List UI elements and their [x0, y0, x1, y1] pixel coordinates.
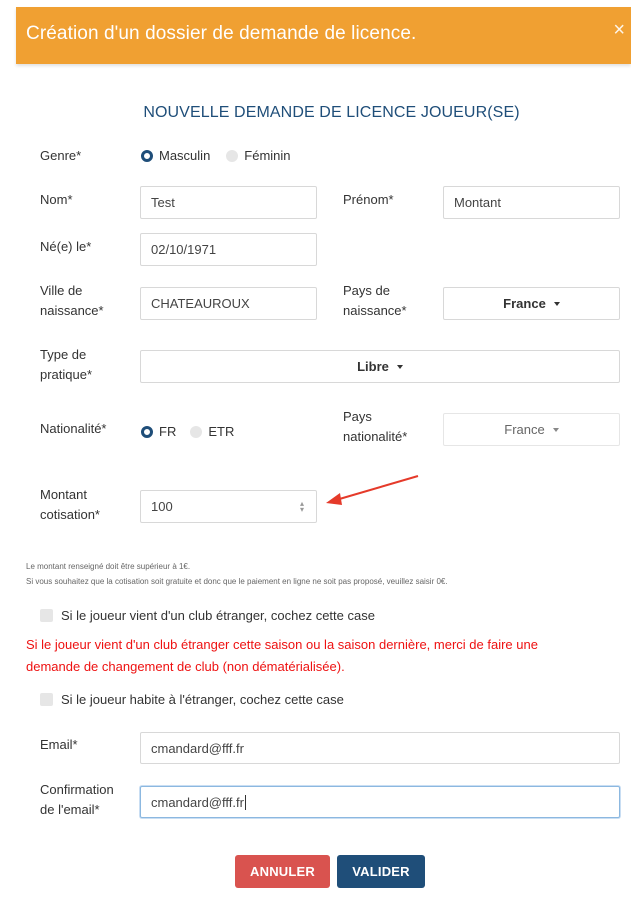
nom-label: Nom*: [40, 192, 73, 207]
annotation-arrow-head: [326, 493, 342, 505]
radio-feminin-label[interactable]: Féminin: [244, 148, 290, 163]
habite-etranger-checkbox[interactable]: [40, 693, 53, 706]
nom-input[interactable]: Test: [140, 186, 317, 219]
genre-radio-group: Masculin Féminin: [141, 148, 291, 163]
pays-nationalite-label-line1: Pays: [343, 409, 372, 424]
pratique-value: Libre: [357, 359, 389, 374]
radio-etr[interactable]: [190, 425, 203, 438]
ville-label: Ville de naissance*: [40, 281, 104, 321]
club-etranger-checkbox[interactable]: [40, 609, 53, 622]
annotation-arrow-line: [335, 475, 419, 501]
naissance-value: 02/10/1971: [151, 242, 217, 257]
radio-etr-label[interactable]: ETR: [208, 424, 234, 439]
email-confirm-label-line2: de l'email*: [40, 802, 100, 817]
ville-label-line1: Ville de: [40, 283, 83, 298]
cotisation-label: Montant cotisation*: [40, 485, 100, 525]
close-icon[interactable]: ×: [613, 19, 625, 42]
cotisation-note-1: Le montant renseigné doit être supérieur…: [26, 562, 191, 571]
prenom-input[interactable]: Montant: [443, 186, 620, 219]
radio-masculin[interactable]: [141, 149, 153, 162]
nationalite-label: Nationalité*: [40, 421, 107, 436]
nom-value: Test: [151, 195, 175, 210]
cancel-button[interactable]: ANNULER: [235, 855, 330, 888]
club-etranger-label[interactable]: Si le joueur vient d'un club étranger, c…: [61, 608, 375, 623]
ville-value: CHATEAUROUX: [151, 296, 250, 311]
email-confirm-label-line1: Confirmation: [40, 782, 114, 797]
pratique-label-line1: Type de: [40, 347, 87, 362]
naissance-input[interactable]: 02/10/1971: [140, 233, 317, 266]
pays-naissance-select[interactable]: France: [443, 287, 620, 320]
email-confirm-value: cmandard@fff.fr: [151, 794, 244, 810]
caret-down-icon: [396, 364, 403, 369]
modal-title: Création d'un dossier de demande de lice…: [26, 23, 417, 44]
pratique-label: Type de pratique*: [40, 345, 92, 385]
club-warning: Si le joueur vient d'un club étranger ce…: [26, 634, 626, 678]
pays-nationalite-select[interactable]: France: [443, 413, 620, 446]
email-value: cmandard@fff.fr: [151, 740, 244, 756]
cotisation-label-line1: Montant: [40, 487, 87, 502]
text-cursor: [244, 794, 246, 810]
pratique-select[interactable]: Libre: [140, 350, 620, 383]
habite-etranger-row[interactable]: Si le joueur habite à l'étranger, cochez…: [40, 692, 344, 707]
email-confirm-input[interactable]: cmandard@fff.fr: [140, 786, 620, 818]
pays-naissance-label: Pays de naissance*: [343, 281, 407, 321]
cotisation-note-2: Si vous souhaitez que la cotisation soit…: [26, 577, 448, 586]
nationalite-radio-group: FR ETR: [141, 424, 234, 439]
email-confirm-label: Confirmation de l'email*: [40, 780, 114, 820]
genre-label: Genre*: [40, 148, 82, 163]
pays-nationalite-label-line2: nationalité*: [343, 429, 408, 444]
form-heading: NOUVELLE DEMANDE DE LICENCE JOUEUR(SE): [143, 104, 520, 121]
radio-fr-label[interactable]: FR: [159, 424, 176, 439]
habite-etranger-label[interactable]: Si le joueur habite à l'étranger, cochez…: [61, 692, 344, 707]
club-warning-line1: Si le joueur vient d'un club étranger ce…: [26, 637, 538, 652]
ville-label-line2: naissance*: [40, 303, 104, 318]
email-label: Email*: [40, 737, 78, 752]
caret-down-icon: [552, 427, 559, 432]
cotisation-input[interactable]: 100 ▴ ▾: [140, 490, 317, 523]
annotation-arrow-icon: [326, 475, 419, 505]
pays-naissance-value: France: [503, 296, 546, 311]
club-etranger-row[interactable]: Si le joueur vient d'un club étranger, c…: [40, 608, 375, 623]
naissance-label: Né(e) le*: [40, 239, 92, 254]
cotisation-value: 100: [151, 499, 173, 514]
prenom-label: Prénom*: [343, 192, 394, 207]
prenom-value: Montant: [454, 195, 501, 210]
pays-nationalite-value: France: [504, 422, 545, 437]
ville-input[interactable]: CHATEAUROUX: [140, 287, 317, 320]
pays-naissance-label-line2: naissance*: [343, 303, 407, 318]
cotisation-label-line2: cotisation*: [40, 507, 100, 522]
caret-down-icon: [553, 301, 560, 306]
email-input[interactable]: cmandard@fff.fr: [140, 732, 620, 764]
pays-nationalite-label: Pays nationalité*: [343, 407, 407, 447]
validate-button[interactable]: VALIDER: [337, 855, 425, 888]
spinner-icon[interactable]: ▴ ▾: [300, 499, 304, 513]
radio-fr[interactable]: [141, 425, 153, 438]
pratique-label-line2: pratique*: [40, 367, 93, 382]
club-warning-line2: demande de changement de club (non démat…: [26, 659, 345, 674]
radio-masculin-label[interactable]: Masculin: [159, 148, 210, 163]
modal-header: Création d'un dossier de demande de lice…: [16, 7, 631, 64]
pays-naissance-label-line1: Pays de: [343, 283, 390, 298]
radio-feminin[interactable]: [226, 149, 239, 162]
